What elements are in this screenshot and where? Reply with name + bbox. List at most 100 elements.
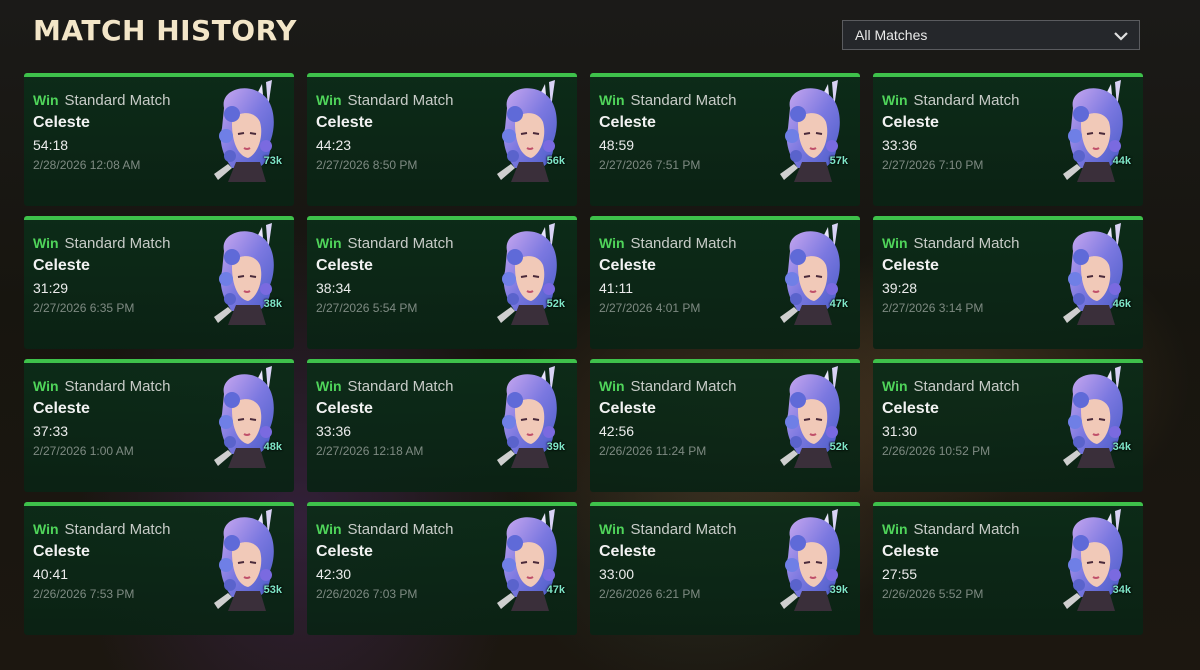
match-card[interactable]: Win Standard Match Celeste 42:56 2/26/2026 1…	[590, 359, 860, 492]
match-date: 2/27/2026 12:18 AM	[316, 444, 424, 458]
chevron-down-icon	[1113, 28, 1129, 47]
match-result: Win	[316, 235, 342, 251]
damage-stat: 73k	[263, 155, 282, 167]
champion-name: Celeste	[882, 400, 939, 417]
match-card[interactable]: Win Standard Match Celeste 33:36 2/27/2026 1…	[307, 359, 577, 492]
match-duration: 44:23	[316, 137, 352, 153]
damage-stat: 34k	[1112, 584, 1131, 596]
match-card[interactable]: Win Standard Match Celeste 31:29 2/27/2026 6…	[24, 216, 294, 349]
match-card[interactable]: Win Standard Match Celeste 33:36 2/27/2026 7…	[873, 73, 1143, 206]
champion-name: Celeste	[316, 114, 373, 131]
match-date: 2/27/2026 7:51 PM	[599, 158, 701, 172]
match-result: Win	[33, 235, 59, 251]
match-card[interactable]: Win Standard Match Celeste 31:30 2/26/2026 1…	[873, 359, 1143, 492]
match-date: 2/27/2026 6:35 PM	[33, 301, 135, 315]
match-date: 2/28/2026 12:08 AM	[33, 158, 141, 172]
match-card[interactable]: Win Standard Match Celeste 33:00 2/26/2026 6…	[590, 502, 860, 635]
damage-stat: 52k	[829, 441, 848, 453]
damage-stat: 52k	[546, 298, 565, 310]
damage-stat: 56k	[546, 155, 565, 167]
damage-stat: 57k	[829, 155, 848, 167]
match-mode: Standard Match	[347, 92, 454, 109]
champion-name: Celeste	[33, 400, 90, 417]
match-card[interactable]: Win Standard Match Celeste 44:23 2/27/2026 8…	[307, 73, 577, 206]
match-result: Win	[882, 92, 908, 108]
match-mode: Standard Match	[630, 521, 737, 538]
champion-name: Celeste	[33, 543, 90, 560]
match-duration: 31:29	[33, 280, 69, 296]
match-mode: Standard Match	[630, 378, 737, 395]
champion-name: Celeste	[599, 114, 656, 131]
match-card[interactable]: Win Standard Match Celeste 38:34 2/27/2026 5…	[307, 216, 577, 349]
damage-stat: 39k	[829, 584, 848, 596]
match-result: Win	[882, 235, 908, 251]
match-duration: 33:36	[882, 137, 918, 153]
champion-name: Celeste	[599, 400, 656, 417]
match-mode: Standard Match	[630, 235, 737, 252]
champion-name: Celeste	[316, 257, 373, 274]
match-mode: Standard Match	[913, 378, 1020, 395]
match-duration: 31:30	[882, 423, 918, 439]
filter-selected-value: All Matches	[855, 27, 928, 43]
match-date: 2/27/2026 1:00 AM	[33, 444, 134, 458]
damage-stat: 34k	[1112, 441, 1131, 453]
match-duration: 37:33	[33, 423, 69, 439]
match-mode: Standard Match	[913, 521, 1020, 538]
match-duration: 33:36	[316, 423, 352, 439]
match-mode: Standard Match	[64, 521, 171, 538]
champion-name: Celeste	[882, 114, 939, 131]
match-card[interactable]: Win Standard Match Celeste 39:28 2/27/2026 3…	[873, 216, 1143, 349]
match-mode: Standard Match	[913, 92, 1020, 109]
damage-stat: 48k	[263, 441, 282, 453]
damage-stat: 53k	[263, 584, 282, 596]
match-duration: 48:59	[599, 137, 635, 153]
champion-name: Celeste	[316, 543, 373, 560]
match-mode: Standard Match	[347, 378, 454, 395]
match-result: Win	[316, 92, 342, 108]
match-mode: Standard Match	[347, 235, 454, 252]
match-date: 2/26/2026 5:52 PM	[882, 587, 984, 601]
match-duration: 38:34	[316, 280, 352, 296]
damage-stat: 38k	[263, 298, 282, 310]
match-card[interactable]: Win Standard Match Celeste 37:33 2/27/2026 1…	[24, 359, 294, 492]
match-result: Win	[599, 521, 625, 537]
match-result: Win	[33, 521, 59, 537]
match-date: 2/27/2026 8:50 PM	[316, 158, 418, 172]
champion-name: Celeste	[882, 257, 939, 274]
match-card[interactable]: Win Standard Match Celeste 54:18 2/28/2026 1…	[24, 73, 294, 206]
match-mode: Standard Match	[64, 235, 171, 252]
damage-stat: 46k	[1112, 298, 1131, 310]
match-date: 2/26/2026 7:53 PM	[33, 587, 135, 601]
match-mode: Standard Match	[347, 521, 454, 538]
match-result: Win	[316, 521, 342, 537]
champion-name: Celeste	[599, 257, 656, 274]
match-mode: Standard Match	[630, 92, 737, 109]
match-duration: 42:30	[316, 566, 352, 582]
match-card[interactable]: Win Standard Match Celeste 48:59 2/27/2026 7…	[590, 73, 860, 206]
champion-name: Celeste	[599, 543, 656, 560]
match-filter-dropdown[interactable]: All Matches	[842, 20, 1140, 50]
match-result: Win	[33, 92, 59, 108]
match-card[interactable]: Win Standard Match Celeste 40:41 2/26/2026 7…	[24, 502, 294, 635]
match-date: 2/26/2026 11:24 PM	[599, 444, 707, 458]
match-duration: 33:00	[599, 566, 635, 582]
match-duration: 40:41	[33, 566, 69, 582]
match-date: 2/26/2026 10:52 PM	[882, 444, 991, 458]
champion-name: Celeste	[882, 543, 939, 560]
champion-name: Celeste	[33, 257, 90, 274]
damage-stat: 39k	[546, 441, 565, 453]
match-result: Win	[33, 378, 59, 394]
match-mode: Standard Match	[913, 235, 1020, 252]
match-date: 2/27/2026 5:54 PM	[316, 301, 418, 315]
match-card[interactable]: Win Standard Match Celeste 27:55 2/26/2026 5…	[873, 502, 1143, 635]
damage-stat: 44k	[1112, 155, 1131, 167]
damage-stat: 47k	[829, 298, 848, 310]
match-card[interactable]: Win Standard Match Celeste 42:30 2/26/2026 7…	[307, 502, 577, 635]
match-duration: 39:28	[882, 280, 918, 296]
match-duration: 41:11	[599, 280, 633, 296]
champion-name: Celeste	[316, 400, 373, 417]
match-card[interactable]: Win Standard Match Celeste 41:11 2/27/2026 4…	[590, 216, 860, 349]
match-mode: Standard Match	[64, 92, 171, 109]
match-date: 2/27/2026 4:01 PM	[599, 301, 701, 315]
match-date: 2/27/2026 7:10 PM	[882, 158, 984, 172]
